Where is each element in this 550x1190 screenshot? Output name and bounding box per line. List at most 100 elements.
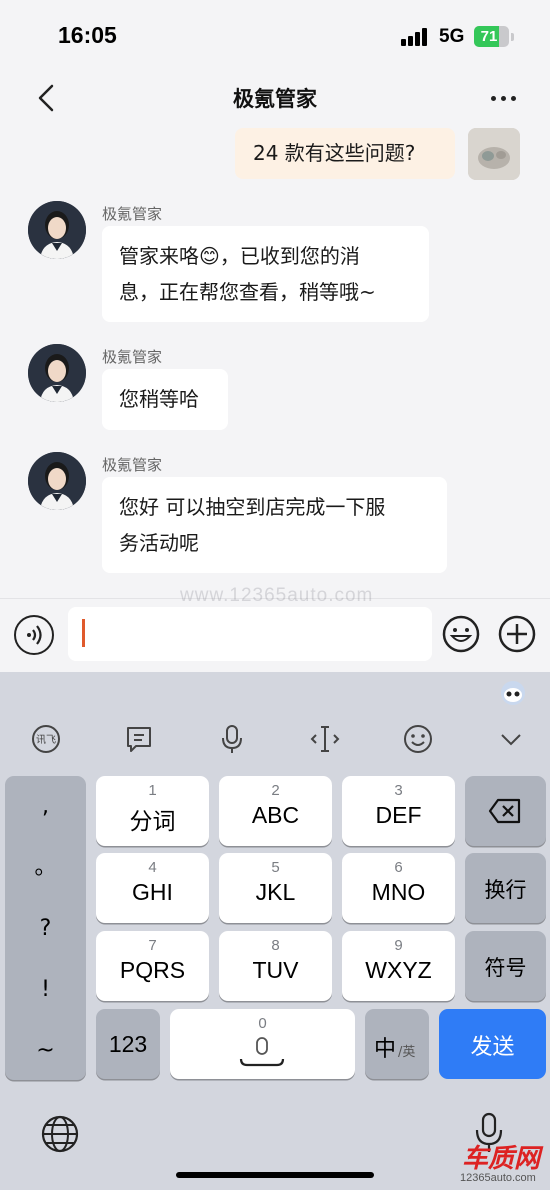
key-ghi[interactable]: 4 GHI (96, 853, 209, 923)
message-text: 24 款有这些问题? (253, 141, 416, 165)
delete-key[interactable] (465, 776, 546, 846)
punctuation-key[interactable]: ? (5, 898, 86, 959)
smiley-icon (442, 615, 480, 653)
punctuation-key[interactable]: , (5, 776, 86, 837)
outgoing-message[interactable]: 24 款有这些问题? (235, 128, 455, 179)
key-tuv[interactable]: 8 TUV (219, 931, 332, 1001)
key-label: JKL (255, 879, 296, 905)
battery-icon: 71 (474, 26, 509, 47)
message-line: 您好 可以抽空到店完成一下服 (119, 495, 386, 519)
key-pqrs[interactable]: 7 PQRS (96, 931, 209, 1001)
emoji-button[interactable] (441, 614, 481, 654)
incoming-message[interactable]: 管家来咯😊，已收到您的消 息，正在帮您查看，稍等哦~ (102, 226, 429, 322)
key-number: 4 (148, 859, 157, 876)
svg-text:讯飞: 讯飞 (36, 734, 56, 746)
key-number: 5 (271, 859, 280, 876)
status-bar: 16:05 5G 71 (0, 0, 550, 70)
key-label: WXYZ (365, 957, 432, 983)
message-line: 务活动呢 (119, 531, 199, 555)
key-fenci[interactable]: 1 分词 (96, 776, 209, 846)
key-number: 8 (271, 937, 280, 954)
mic-icon[interactable] (215, 722, 249, 756)
incoming-message[interactable]: 您稍等哈 (102, 369, 228, 430)
backspace-icon (488, 798, 521, 824)
collapse-icon[interactable] (494, 722, 528, 756)
keyboard: 讯飞 , 。 ? ! ~ 1 分词 2 ABC 3 DEF 4 GHI 5 JK… (0, 672, 550, 1190)
space-mic-icon (239, 1037, 285, 1067)
message-input[interactable] (68, 607, 432, 661)
key-label: DEF (375, 802, 422, 828)
xunfei-icon[interactable]: 讯飞 (29, 722, 63, 756)
key-number: 6 (394, 859, 403, 876)
key-label: ABC (251, 802, 300, 828)
key-label: PQRS (119, 957, 186, 983)
space-key[interactable]: 0 (170, 1009, 355, 1079)
key-abc[interactable]: 2 ABC (219, 776, 332, 846)
key-label: 换行 (484, 878, 527, 902)
brand-logo: 车质网 (462, 1144, 541, 1174)
send-button[interactable]: 发送 (439, 1009, 546, 1079)
brand-url: 12365auto.com (460, 1172, 536, 1184)
language-switch-key[interactable]: 中 /英 (365, 1009, 429, 1079)
page-title: 极氪管家 (233, 87, 317, 111)
symbols-key[interactable]: 符号 (465, 931, 546, 1001)
message-line: 管家来咯😊，已收到您的消 (119, 244, 360, 268)
key-wxyz[interactable]: 9 WXYZ (342, 931, 455, 1001)
agent-avatar[interactable] (28, 201, 86, 259)
plus-icon (498, 615, 536, 653)
battery-level: 71 (480, 28, 498, 45)
key-mno[interactable]: 6 MNO (342, 853, 455, 923)
incoming-message[interactable]: 您好 可以抽空到店完成一下服 务活动呢 (102, 477, 447, 573)
key-jkl[interactable]: 5 JKL (219, 853, 332, 923)
key-number: 3 (394, 782, 403, 799)
voice-input-button[interactable] (14, 615, 54, 655)
status-time: 16:05 (58, 22, 117, 48)
agent-portrait (28, 452, 86, 510)
cursor-icon[interactable] (308, 722, 342, 756)
key-number: 7 (148, 937, 157, 954)
keyboard-mascot-icon[interactable] (499, 679, 527, 707)
newline-key[interactable]: 换行 (465, 853, 546, 923)
text-caret (82, 619, 85, 647)
sender-name: 极氪管家 (102, 205, 163, 223)
more-actions-button[interactable] (497, 614, 537, 654)
message-line: 息，正在帮您查看，稍等哦~ (119, 280, 376, 304)
key-label: 分词 (129, 808, 176, 834)
punctuation-column: , 。 ? ! ~ (5, 776, 86, 1080)
more-button[interactable] (486, 84, 522, 112)
watermark: www.12365auto.com (180, 585, 374, 606)
punctuation-key[interactable]: ! (5, 959, 86, 1020)
globe-icon[interactable] (40, 1114, 80, 1154)
network-type: 5G (439, 26, 465, 47)
lang-sub-label: /英 (398, 1045, 416, 1060)
sender-name: 极氪管家 (102, 348, 163, 366)
punctuation-key[interactable]: 。 (5, 837, 86, 898)
voice-wave-icon (27, 625, 42, 645)
mascot-icon (501, 681, 525, 705)
key-number: 9 (394, 937, 403, 954)
key-label: MNO (371, 879, 426, 905)
agent-portrait (28, 201, 86, 259)
agent-avatar[interactable] (28, 344, 86, 402)
user-avatar[interactable] (468, 128, 520, 180)
key-def[interactable]: 3 DEF (342, 776, 455, 846)
nav-bar: 极氪管家 (0, 70, 550, 126)
emoji-icon[interactable] (401, 722, 435, 756)
agent-avatar[interactable] (28, 452, 86, 510)
home-indicator[interactable] (176, 1172, 374, 1178)
key-number: 1 (148, 782, 157, 799)
punctuation-key[interactable]: ~ (5, 1020, 86, 1081)
key-label: 符号 (484, 956, 527, 980)
more-icon (491, 96, 496, 101)
battery-cap (511, 33, 514, 41)
key-number: 2 (271, 782, 280, 799)
number-switch-key[interactable]: 123 (96, 1009, 160, 1079)
key-label: TUV (252, 957, 299, 983)
key-label: 123 (108, 1031, 148, 1057)
key-number: 0 (258, 1015, 267, 1032)
message-line: 您稍等哈 (119, 387, 199, 411)
sender-name: 极氪管家 (102, 456, 163, 474)
input-bar (0, 598, 550, 672)
clipboard-icon[interactable] (122, 722, 156, 756)
avatar-image (468, 128, 520, 180)
